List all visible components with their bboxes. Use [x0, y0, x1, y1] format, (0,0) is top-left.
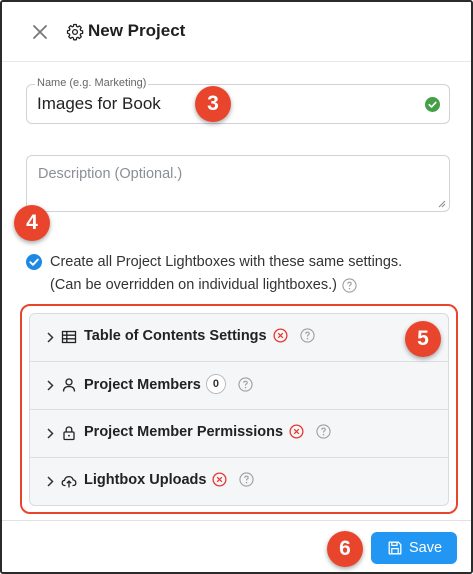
section-member-permissions[interactable]: Project Member Permissions [30, 410, 448, 458]
step-badge-5: 5 [405, 321, 441, 357]
resize-grip-icon[interactable] [438, 200, 446, 208]
chevron-right-icon [47, 476, 54, 487]
settings-accordion: Table of Contents Settings Project Membe… [29, 313, 449, 506]
save-label: Save [409, 540, 443, 556]
chevron-right-icon [47, 380, 54, 391]
section-label-row: Lightbox Uploads [84, 472, 255, 488]
chevron-right-icon [47, 332, 54, 343]
section-label: Project Members [84, 376, 201, 393]
section-label-row: Project Member Permissions [84, 424, 331, 440]
help-icon[interactable] [316, 424, 331, 439]
close-icon[interactable] [30, 22, 50, 42]
section-label: Lightbox Uploads [84, 472, 207, 488]
dialog-title: New Project [88, 21, 186, 40]
error-icon [212, 472, 227, 487]
same-settings-text: Create all Project Lightboxes with these… [50, 251, 425, 297]
description-field[interactable]: Description (Optional.) [26, 155, 450, 212]
section-table-of-contents[interactable]: Table of Contents Settings [30, 314, 448, 362]
checkmark-icon [29, 258, 39, 266]
name-field[interactable]: Name (e.g. Marketing) Images for Book [26, 77, 450, 124]
section-label: Table of Contents Settings [84, 328, 267, 344]
name-field-value[interactable]: Images for Book [37, 94, 161, 114]
floppy-disk-icon [388, 541, 402, 555]
step-badge-3: 3 [195, 86, 231, 122]
section-project-members[interactable]: Project Members 0 [30, 362, 448, 410]
save-button[interactable]: Save [371, 532, 457, 564]
new-project-dialog: New Project Name (e.g. Marketing) Images… [0, 0, 473, 574]
member-count-badge: 0 [205, 374, 226, 394]
valid-check-icon [425, 97, 440, 112]
step-badge-6: 6 [327, 531, 363, 567]
section-label-row: Project Members 0 [84, 374, 253, 394]
error-icon [273, 328, 288, 343]
section-lightbox-uploads[interactable]: Lightbox Uploads [30, 458, 448, 505]
help-icon[interactable] [342, 278, 357, 293]
name-field-label: Name (e.g. Marketing) [35, 77, 149, 89]
section-label: Project Member Permissions [84, 424, 284, 440]
help-icon[interactable] [299, 328, 315, 343]
help-icon[interactable] [239, 472, 255, 487]
same-settings-checkbox[interactable] [26, 254, 42, 270]
chevron-right-icon [47, 428, 54, 439]
step-badge-4: 4 [14, 205, 50, 241]
section-label-row: Table of Contents Settings [84, 328, 315, 344]
help-icon[interactable] [238, 376, 253, 392]
dialog-header: New Project [2, 2, 471, 62]
error-icon [289, 424, 304, 439]
cloud-upload-icon [61, 475, 77, 488]
user-icon [62, 378, 76, 392]
table-icon [61, 330, 77, 344]
gear-icon [66, 23, 84, 41]
description-placeholder: Description (Optional.) [38, 166, 183, 182]
lock-icon [63, 426, 75, 441]
